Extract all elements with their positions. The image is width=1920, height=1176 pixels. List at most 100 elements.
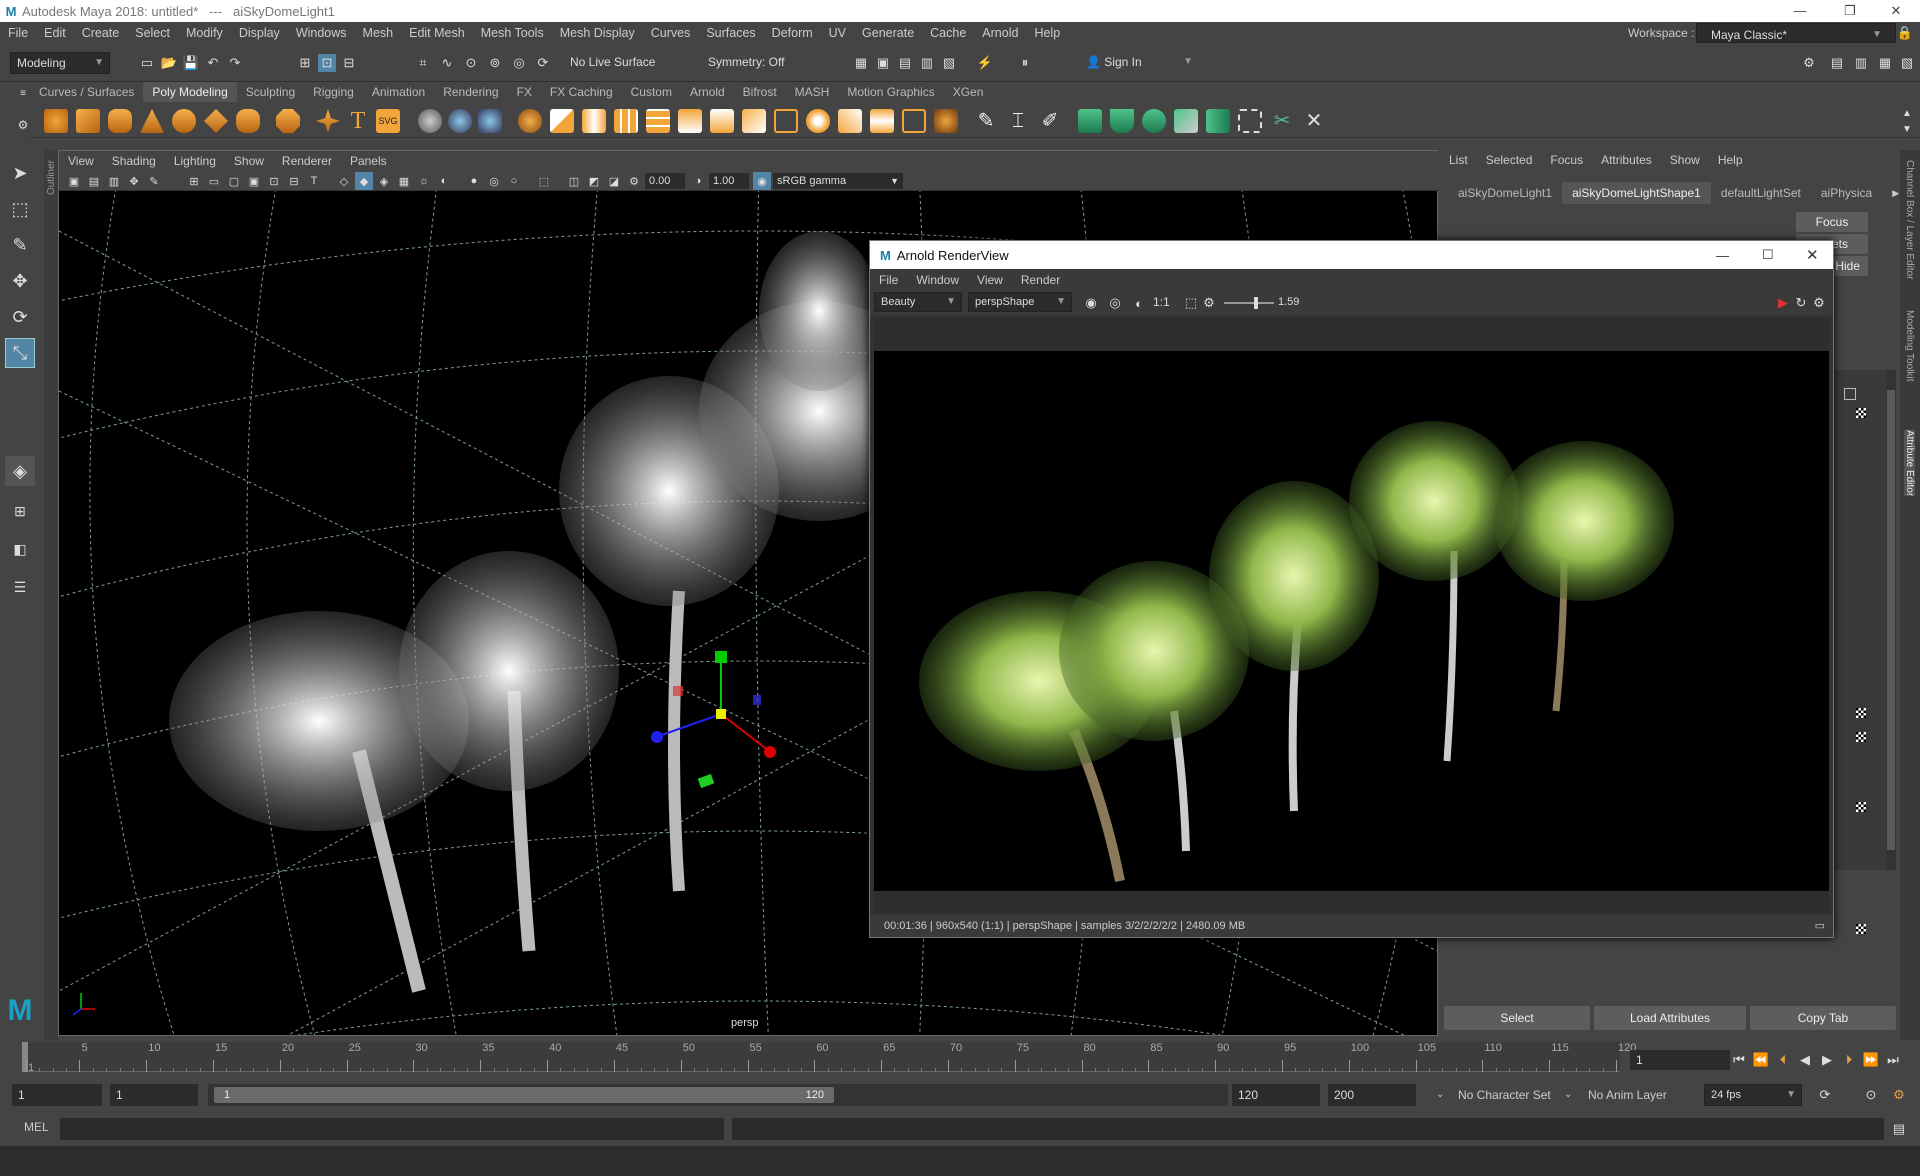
uv-tool-icon[interactable] [448,109,472,133]
shelf-tab-mash[interactable]: MASH [786,82,839,102]
copy-tab-button[interactable]: Copy Tab [1750,1006,1896,1030]
safe-action-icon[interactable]: ⊟ [285,172,303,190]
shelf-tab-rendering[interactable]: Rendering [434,82,507,102]
lasso-tool-icon[interactable]: ⬚ [5,194,35,224]
rv-menu-window[interactable]: Window [907,269,968,291]
viewport-menu-shading[interactable]: Shading [103,151,165,171]
time-slider[interactable]: 1 5 10 15 20 25 30 35 40 45 50 55 60 65 70 75 80 85 90 95 10… [0,1040,1920,1078]
focus-button[interactable]: Focus [1796,212,1868,232]
menu-mesh-display[interactable]: Mesh Display [552,22,643,44]
menu-select[interactable]: Select [127,22,178,44]
combine-icon[interactable] [518,109,542,133]
animation-end-field[interactable]: 200 [1328,1084,1416,1106]
open-scene-icon[interactable]: 📂 [160,54,178,72]
shelf-tab-bifrost[interactable]: Bifrost [734,82,786,102]
side-tab-modeling-toolkit[interactable]: Modeling Toolkit [1904,310,1915,382]
shelf-tab-animation[interactable]: Animation [363,82,434,102]
shelf-tab-xgen[interactable]: XGen [944,82,993,102]
rotate-tool-icon[interactable]: ⟳ [5,302,35,332]
menu-create[interactable]: Create [74,22,128,44]
ae-menu-selected[interactable]: Selected [1477,150,1542,170]
renderview-titlebar[interactable]: M Arnold RenderView — ☐ ✕ [870,241,1833,269]
menu-cache[interactable]: Cache [922,22,974,44]
x-ray-icon[interactable]: ◫ [565,172,583,190]
ae-menu-help[interactable]: Help [1709,150,1752,170]
shelf-scroll-down-icon[interactable]: ▼ [1898,120,1916,138]
bookmark-icon[interactable]: ▤ [85,172,103,190]
command-language-label[interactable]: MEL [24,1120,49,1134]
workspace-dropdown[interactable]: Maya Classic* ▼ [1696,23,1896,43]
ae-menu-focus[interactable]: Focus [1541,150,1592,170]
viewport-menu-view[interactable]: View [59,151,103,171]
ae-menu-show[interactable]: Show [1661,150,1709,170]
viewport-menu-panels[interactable]: Panels [341,151,396,171]
sign-in-dropdown[interactable]: 👤 Sign In ▼ [1080,52,1198,74]
poly-plane-icon[interactable] [204,109,228,133]
edit-edge-flow-icon[interactable]: ✎ [974,109,998,133]
attribute-scrollbar[interactable] [1886,370,1896,870]
isolate-select-icon[interactable]: ⬚ [535,172,553,190]
target-weld-icon[interactable] [806,109,830,133]
chevron-down-icon[interactable]: ⌄ [1436,1084,1444,1106]
poly-cube-icon[interactable] [76,109,100,133]
svg-tool-icon[interactable]: SVG [376,109,400,133]
load-attributes-button[interactable]: Load Attributes [1594,1006,1746,1030]
checker-map-icon[interactable] [1856,802,1866,812]
step-forward-key-icon[interactable]: ⏩ [1862,1051,1880,1069]
map-button-icon[interactable] [1844,388,1856,400]
poly-sphere-icon[interactable] [44,109,68,133]
select-hierarchy-icon[interactable]: ⊞ [296,54,314,72]
checker-map-icon[interactable] [1856,732,1866,742]
menu-edit-mesh[interactable]: Edit Mesh [401,22,473,44]
two-d-pan-icon[interactable]: ✥ [125,172,143,190]
tab-aiphysica[interactable]: aiPhysica [1811,182,1882,204]
show-outliner-icon[interactable]: ▧ [1898,54,1916,72]
exposure-icon[interactable]: ⚙ [625,172,643,190]
smooth-icon[interactable] [614,109,638,133]
platonic-solid-icon[interactable] [276,109,300,133]
snap-curve-icon[interactable]: ∿ [438,54,456,72]
multi-cut-icon[interactable] [774,109,798,133]
auto-key-icon[interactable]: ⊙ [1862,1086,1880,1104]
camera-attributes-icon[interactable]: ▣ [65,172,83,190]
menu-modify[interactable]: Modify [178,22,231,44]
loop-icon[interactable]: ⟳ [1816,1086,1834,1104]
gate-mask-icon[interactable]: ▣ [245,172,263,190]
render-history-icon[interactable]: ▦ [852,54,870,72]
live-surface-field[interactable]: No Live Surface [564,52,664,74]
script-editor-icon[interactable]: ▤ [1890,1120,1908,1138]
automatic-mapping-icon[interactable] [1174,109,1198,133]
checker-map-icon[interactable] [1856,708,1866,718]
poly-torus-icon[interactable] [172,109,196,133]
menu-deform[interactable]: Deform [764,22,821,44]
grease-pencil-icon[interactable]: ✎ [145,172,163,190]
maximize-icon[interactable]: ☐ [1762,247,1774,263]
channel-display-icon[interactable]: ◉ [1082,294,1100,312]
ae-menu-list[interactable]: List [1440,150,1477,170]
safe-title-icon[interactable]: T [305,172,323,190]
outliner-collapsed-strip[interactable]: Outliner [44,150,58,1040]
tab-defaultlightset[interactable]: defaultLightSet [1711,182,1811,204]
poly-cone-icon[interactable] [140,109,164,133]
menu-mesh[interactable]: Mesh [355,22,402,44]
checker-map-icon[interactable] [1856,924,1866,934]
ambient-occlusion-icon[interactable]: ● [465,172,483,190]
scrollbar-thumb[interactable] [1887,390,1895,850]
fps-dropdown[interactable]: 24 fps ▼ [1704,1084,1802,1106]
render-settings-icon[interactable]: ▥ [918,54,936,72]
aov-dropdown[interactable]: Beauty ▼ [874,292,962,312]
close-icon[interactable]: ✕ [1876,0,1916,22]
tab-aiskydomelightshape1[interactable]: aiSkyDomeLightShape1 [1562,182,1711,204]
menu-generate[interactable]: Generate [854,22,922,44]
sew-uv-icon[interactable]: ✕ [1302,109,1326,133]
select-component-icon[interactable]: ⊟ [340,54,358,72]
menu-curves[interactable]: Curves [643,22,699,44]
menu-set-dropdown[interactable]: Modeling ▼ [10,52,110,74]
render-frame-icon[interactable]: ▣ [874,54,892,72]
scale-tool-icon[interactable]: ⤡ [5,338,35,368]
show-channel-box-icon[interactable]: ▦ [1876,54,1894,72]
color-management-icon[interactable]: ◉ [753,172,771,190]
maximize-icon[interactable]: ❐ [1830,0,1870,22]
shelf-tab-rigging[interactable]: Rigging [304,82,363,102]
lock-icon[interactable]: 🔒 [1896,24,1914,42]
